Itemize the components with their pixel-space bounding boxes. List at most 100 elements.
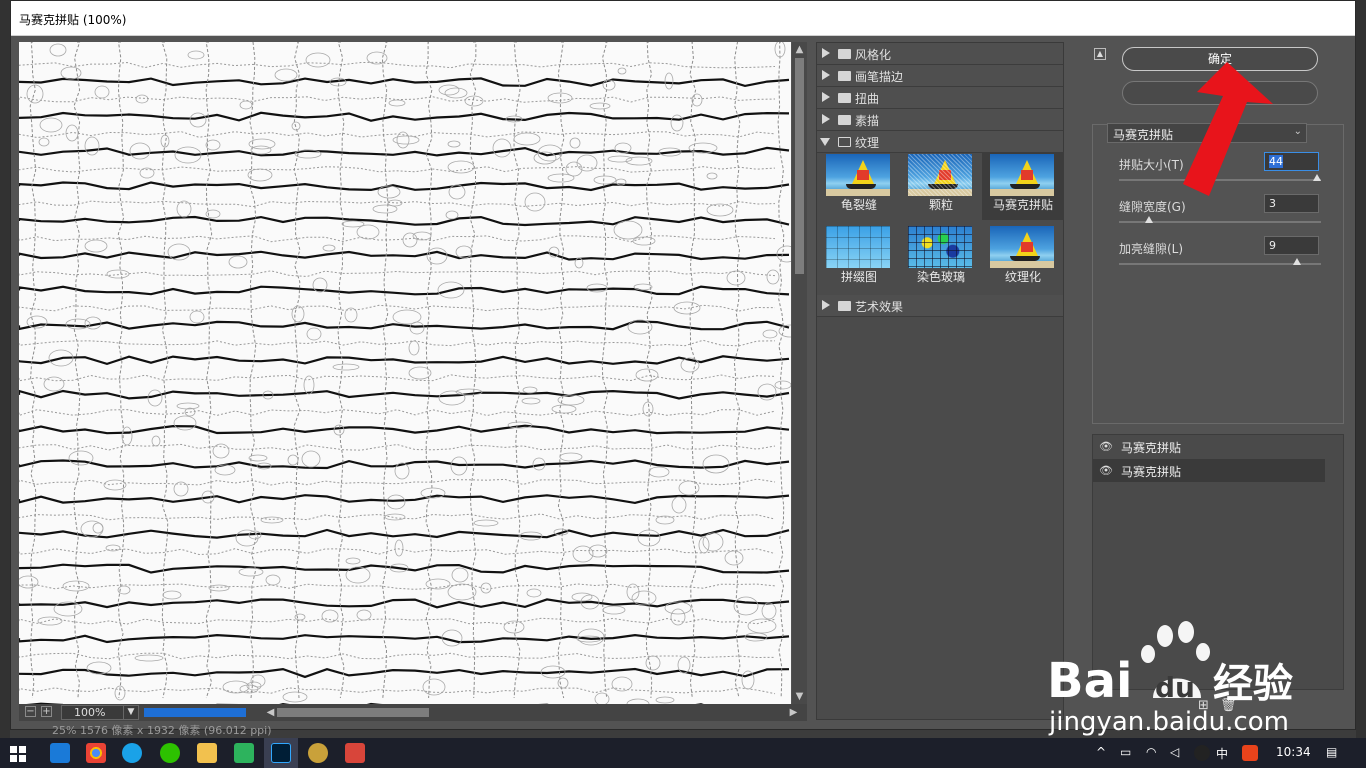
grout-line-light	[19, 687, 776, 695]
filter-stained-glass[interactable]: 染色玻璃	[904, 224, 982, 292]
slider-handle[interactable]	[1144, 216, 1153, 223]
param-label: 拼贴大小(T)	[1119, 158, 1184, 172]
filter-patchwork[interactable]: 拼缀图	[822, 224, 900, 292]
tile-crack-mark	[438, 84, 460, 96]
filter-grain[interactable]: 颗粒	[904, 152, 982, 220]
tile-crack-mark	[571, 592, 593, 602]
browser-icon[interactable]	[122, 743, 142, 763]
filter-texturizer[interactable]: 纹理化	[986, 224, 1064, 292]
grout-line-dark	[19, 598, 790, 609]
horizontal-scroll-thumb[interactable]	[277, 708, 429, 717]
eye-icon[interactable]: 👁	[1099, 464, 1113, 477]
cancel-button[interactable]	[1122, 81, 1318, 105]
grout-line-dark	[19, 250, 790, 261]
tile-crack-mark	[447, 583, 477, 601]
layers-footer: ⊞ 🗑	[1092, 694, 1344, 718]
tile-crack-mark	[569, 137, 581, 149]
vertical-scroll-thumb[interactable]	[795, 58, 804, 274]
scroll-right-icon[interactable]: ▶	[786, 705, 801, 720]
tile-crack-mark	[670, 114, 684, 132]
tile-crack-mark	[187, 50, 205, 60]
tile-crack-mark	[617, 67, 627, 75]
windows-start-icon[interactable]	[10, 746, 26, 762]
ie-icon[interactable]	[50, 743, 70, 763]
tile-crack-mark	[448, 184, 466, 200]
tile-crack-mark	[774, 42, 786, 58]
grout-line-dark	[19, 424, 790, 435]
lighten-grout-input[interactable]: 9	[1264, 236, 1319, 255]
tile-crack-mark	[589, 102, 611, 110]
tile-crack-mark	[576, 154, 598, 172]
windows-taskbar: ^ ▭ ◠ ◁ 中 10:34 ▤	[0, 738, 1366, 768]
zoom-out-button[interactable]: −	[25, 706, 36, 717]
slider-handle[interactable]	[1313, 174, 1321, 181]
tile-crack-mark	[503, 620, 525, 634]
eye-icon[interactable]: 👁	[1099, 440, 1113, 453]
progress-bar	[144, 708, 246, 717]
chrome-icon[interactable]	[86, 743, 106, 763]
category-label: 风格化	[855, 48, 892, 62]
clock-time[interactable]: 10:34	[1276, 745, 1311, 759]
notification-icon[interactable]: ▤	[1326, 745, 1337, 759]
ok-button[interactable]: 确定	[1122, 47, 1318, 71]
category-label: 纹理	[855, 136, 880, 150]
grout-line-light	[19, 270, 776, 278]
effect-layer-label: 马赛克拼贴	[1121, 465, 1182, 479]
expand-triangle-icon	[822, 70, 830, 80]
folder-icon	[838, 301, 851, 311]
tile-size-input[interactable]: 44	[1264, 152, 1319, 171]
new-effect-layer-icon[interactable]: ⊞	[1198, 698, 1209, 713]
tile-crack-mark	[92, 522, 104, 534]
category-sketch[interactable]: 素描	[817, 109, 1063, 131]
tile-crack-mark	[162, 590, 182, 600]
expand-triangle-icon	[822, 48, 830, 58]
tile-crack-mark	[402, 232, 418, 248]
collapse-gallery-icon[interactable]: ▲	[1094, 48, 1106, 60]
effect-layer-selected[interactable]: 👁 马赛克拼贴	[1093, 459, 1325, 482]
battery-icon[interactable]: ▭	[1120, 745, 1131, 759]
slider-track[interactable]	[1119, 179, 1321, 181]
tile-crack-mark	[565, 161, 583, 177]
zoom-in-button[interactable]: +	[41, 706, 52, 717]
tool-app-icon[interactable]	[345, 743, 365, 763]
filter-preview-canvas[interactable]	[19, 42, 791, 704]
filter-select[interactable]: 马赛克拼贴 ⌄	[1107, 123, 1307, 143]
category-distort[interactable]: 扭曲	[817, 87, 1063, 109]
wifi-icon[interactable]: ◠	[1146, 745, 1156, 759]
filter-mosaic-tiles[interactable]: 马赛克拼贴	[982, 152, 1064, 220]
wps-sheet-icon[interactable]	[234, 743, 254, 763]
slider-track[interactable]	[1119, 263, 1321, 265]
param-tile-size: 拼贴大小(T) 44	[1093, 152, 1343, 194]
filter-craquelure[interactable]: 龟裂缝	[822, 152, 900, 220]
grout-width-input[interactable]: 3	[1264, 194, 1319, 213]
wechat-icon[interactable]	[160, 743, 180, 763]
scroll-left-icon[interactable]: ◀	[263, 705, 278, 720]
preview-horizontal-scrollbar[interactable]: ◀ ▶	[263, 705, 801, 720]
scroll-up-icon[interactable]: ▲	[792, 42, 807, 57]
category-brush-strokes[interactable]: 画笔描边	[817, 65, 1063, 87]
category-stylize[interactable]: 风格化	[817, 43, 1063, 65]
delete-effect-layer-icon[interactable]: 🗑	[1220, 698, 1237, 713]
expand-triangle-icon	[822, 114, 830, 124]
grout-line-dark	[19, 77, 790, 88]
tile-crack-mark	[322, 244, 336, 252]
param-value: 44	[1269, 155, 1283, 168]
file-explorer-icon[interactable]	[197, 743, 217, 763]
slider-handle[interactable]	[1293, 258, 1302, 265]
tile-edge-line	[557, 42, 565, 699]
input-method-indicator[interactable]: 中	[1216, 745, 1228, 762]
photoshop-icon[interactable]	[271, 743, 291, 763]
category-texture[interactable]: 纹理	[817, 131, 1063, 153]
scroll-down-icon[interactable]: ▼	[792, 689, 807, 704]
sogou-icon[interactable]	[1242, 745, 1258, 761]
category-artistic[interactable]: 艺术效果	[817, 295, 1063, 317]
preview-vertical-scrollbar[interactable]: ▲ ▼	[792, 42, 807, 704]
effect-layer[interactable]: 👁 马赛克拼贴	[1093, 435, 1325, 458]
tile-crack-mark	[602, 605, 626, 615]
zoom-select[interactable]: 100% ▼	[61, 705, 139, 720]
tray-chevron-up-icon[interactable]: ^	[1096, 745, 1106, 759]
volume-icon[interactable]: ◁	[1170, 745, 1179, 759]
qq-icon[interactable]	[1194, 745, 1210, 761]
tile-edge-line	[601, 42, 609, 699]
app-icon[interactable]	[308, 743, 328, 763]
